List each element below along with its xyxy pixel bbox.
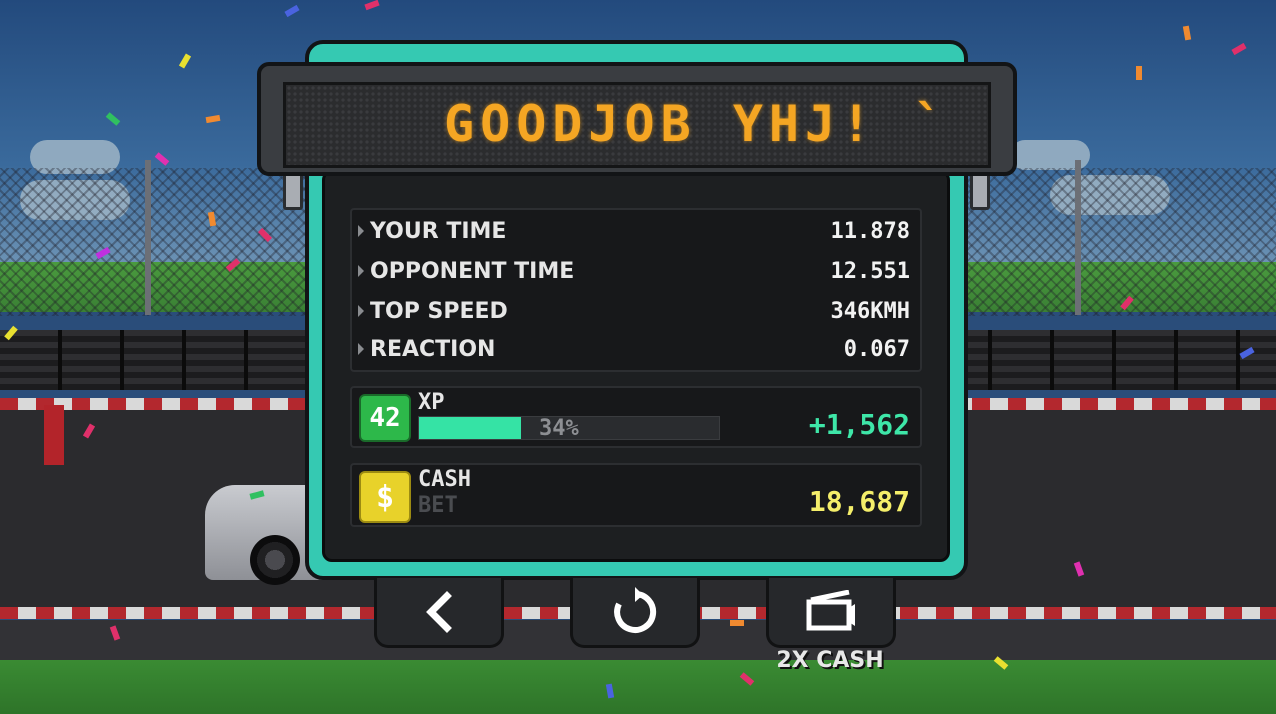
dollar-coin-icon: $ [359,471,411,523]
bullet-arrow-icon [358,343,364,355]
red-marker-post [44,405,64,465]
xp-box: 42 XP 34% +1,562 [350,386,922,448]
bet-label: BET [418,493,458,518]
confetti [1136,66,1142,80]
level-badge: 42 [359,394,411,442]
xp-progress-bar: 34% [418,416,720,441]
stat-value: 11.878 [830,218,910,244]
sign-bracket-left [283,172,303,210]
stat-value: 0.067 [843,336,910,362]
chevron-left-icon [426,590,452,633]
stat-row-top-speed: TOP SPEED 346KMH [358,294,910,328]
fence-post [1075,160,1081,315]
cash-value: 18,687 [808,485,910,518]
stat-label: YOUR TIME [370,218,507,244]
stat-label: REACTION [370,336,496,362]
bullet-arrow-icon [358,305,364,317]
stat-value: 346KMH [830,298,910,324]
video-ad-icon [806,589,855,630]
double-cash-caption: 2X CASH [776,648,884,673]
fence-post [145,160,151,315]
race-stats-table: YOUR TIME 11.878 OPPONENT TIME 12.551 TO… [350,208,922,372]
stat-row-opponent-time: OPPONENT TIME 12.551 [358,254,910,288]
stat-row-your-time: YOUR TIME 11.878 [358,214,910,248]
restart-button[interactable] [570,578,700,648]
sign-bracket-right [970,172,990,210]
restart-icon [614,586,657,633]
cash-label: CASH [418,467,471,492]
near-grass [0,660,1276,714]
stat-value: 12.551 [830,258,910,284]
double-cash-button[interactable] [766,578,896,648]
led-banner: GOODJOB YHJ! ` [283,82,991,168]
xp-progress-text: 34% [539,416,579,441]
back-button[interactable] [374,578,504,648]
stat-row-reaction: REACTION 0.067 [358,332,910,366]
bullet-arrow-icon [358,265,364,277]
xp-label: XP [418,390,445,415]
bullet-arrow-icon [358,225,364,237]
xp-gain: +1,562 [808,408,910,441]
cash-box: $ CASH BET 18,687 [350,463,922,527]
stat-label: OPPONENT TIME [370,258,575,284]
confetti [730,620,744,626]
car-wheel [250,535,300,585]
stat-label: TOP SPEED [370,298,508,324]
banner-message: GOODJOB YHJ! ` [444,95,950,153]
xp-progress-fill [419,417,521,439]
